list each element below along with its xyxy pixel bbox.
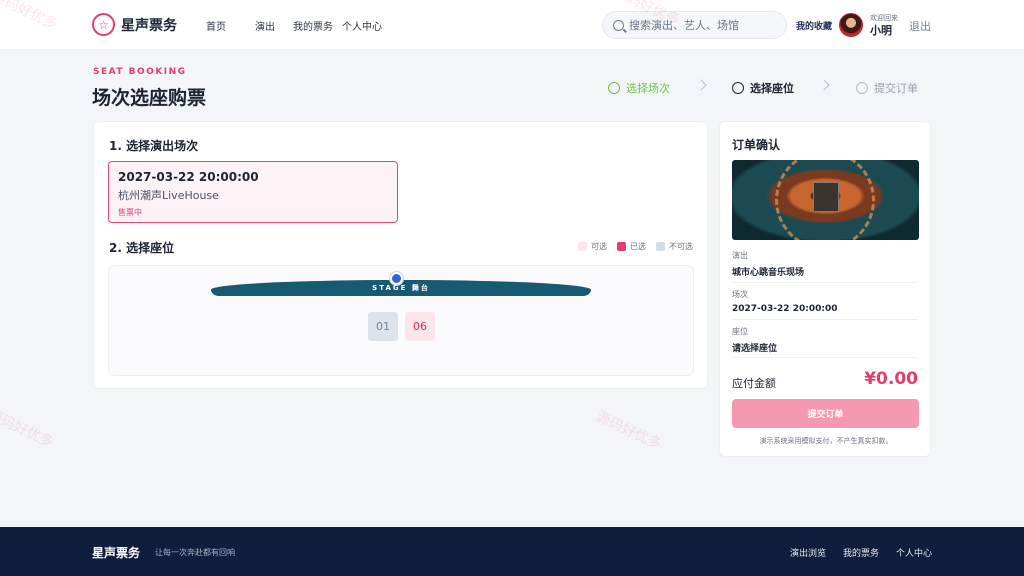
field-label: 座位	[732, 327, 748, 336]
legend-swatch	[617, 242, 626, 251]
footer-brand: 星声票务	[92, 546, 141, 560]
legend-swatch	[578, 242, 587, 251]
footer-link-profile[interactable]: 个人中心	[896, 546, 932, 559]
legend-unavailable: 不可选	[656, 241, 693, 252]
page-title: 场次选座购票	[92, 87, 207, 109]
step-label: 提交订单	[874, 82, 918, 95]
booking-card: 1. 选择演出场次 2027-03-22 20:00:00 杭州潮声LiveHo…	[93, 121, 708, 389]
chevron-right-icon	[695, 79, 707, 91]
amount-value: ¥0.00	[864, 369, 918, 389]
order-field-show: 演出 城市心跳音乐现场	[732, 250, 918, 283]
nav-home[interactable]: 首页	[206, 18, 255, 33]
legend-available: 可选	[578, 241, 607, 252]
poster-decoration	[813, 182, 839, 212]
nav-shows[interactable]: 演出	[255, 18, 293, 33]
step-circle-icon	[732, 82, 744, 94]
footer-link-tickets[interactable]: 我的票务	[843, 546, 879, 559]
seat-section-title: 2. 选择座位	[109, 241, 175, 255]
avatar[interactable]	[839, 13, 863, 37]
payment-note: 演示系统采用模拟支付，不产生真实扣款。	[759, 437, 893, 445]
order-summary-card: 订单确认 演出 城市心跳音乐现场 场次 2027-03-22 20:00:00 …	[719, 121, 931, 457]
main-nav: 首页 演出 我的票务 个人中心	[206, 18, 382, 33]
session-status: 售票中	[118, 208, 142, 217]
step-select-seat: 选择座位	[732, 80, 794, 96]
step-submit-order: 提交订单	[856, 80, 918, 96]
nav-my-tickets[interactable]: 我的票务	[293, 18, 342, 33]
amount-label: 应付金额	[732, 377, 776, 390]
watermark: 源码好优多	[0, 406, 56, 451]
footer-link-shows[interactable]: 演出浏览	[790, 546, 826, 559]
watermark: 源码好优多	[593, 408, 664, 453]
footer-slogan: 让每一次奔赴都有回响	[155, 548, 235, 557]
step-label: 选择座位	[750, 82, 794, 95]
field-label: 演出	[732, 251, 748, 260]
search-box	[602, 11, 787, 39]
logout-link[interactable]: 退出	[909, 18, 931, 34]
step-label: 选择场次	[626, 82, 670, 95]
chevron-right-icon	[818, 79, 830, 91]
nav-profile[interactable]: 个人中心	[342, 18, 382, 33]
page-eyebrow: SEAT BOOKING	[93, 67, 187, 77]
legend-label: 已选	[630, 242, 646, 251]
session-venue: 杭州潮声LiveHouse	[118, 189, 219, 202]
footer: 星声票务 让每一次奔赴都有回响 演出浏览 我的票务 个人中心	[0, 527, 1024, 576]
favorites-link[interactable]: 我的收藏	[796, 19, 832, 32]
top-header: ☆ 星声票务 首页 演出 我的票务 个人中心 我的收藏 欢迎回来 小明 退出	[0, 0, 1024, 50]
session-option[interactable]: 2027-03-22 20:00:00 杭州潮声LiveHouse 售票中	[108, 161, 398, 223]
session-section-title: 1. 选择演出场次	[109, 139, 199, 153]
seat-06[interactable]: 06	[405, 312, 435, 341]
legend-selected: 已选	[617, 241, 646, 252]
user-name[interactable]: 小明	[870, 22, 892, 38]
search-input[interactable]	[629, 18, 779, 32]
legend-swatch	[656, 242, 665, 251]
step-select-session: 选择场次	[608, 80, 670, 96]
search-icon	[613, 19, 624, 31]
session-time: 2027-03-22 20:00:00	[118, 170, 259, 184]
star-icon: ☆	[92, 13, 115, 36]
order-field-seat: 座位 请选择座位	[732, 326, 918, 358]
field-value: 2027-03-22 20:00:00	[732, 304, 838, 314]
seat-map: STAGE 舞台 01 06	[108, 265, 694, 376]
footer-links: 演出浏览 我的票务 个人中心	[790, 546, 932, 559]
submit-order-button[interactable]: 提交订单	[732, 399, 919, 428]
order-title: 订单确认	[732, 138, 781, 152]
field-value: 城市心跳音乐现场	[732, 268, 805, 278]
field-value: 请选择座位	[732, 344, 778, 354]
legend-label: 不可选	[669, 242, 693, 251]
cursor-indicator	[390, 272, 403, 285]
brand-logo[interactable]: ☆ 星声票务	[92, 13, 177, 36]
seat-legend: 可选 已选 不可选	[578, 241, 693, 252]
order-field-session: 场次 2027-03-22 20:00:00	[732, 289, 918, 320]
legend-label: 可选	[591, 242, 607, 251]
seat-01: 01	[368, 312, 398, 341]
show-poster	[732, 160, 919, 240]
brand-name: 星声票务	[121, 17, 177, 34]
step-circle-icon	[856, 82, 868, 94]
field-label: 场次	[732, 290, 748, 299]
step-check-icon	[608, 82, 620, 94]
